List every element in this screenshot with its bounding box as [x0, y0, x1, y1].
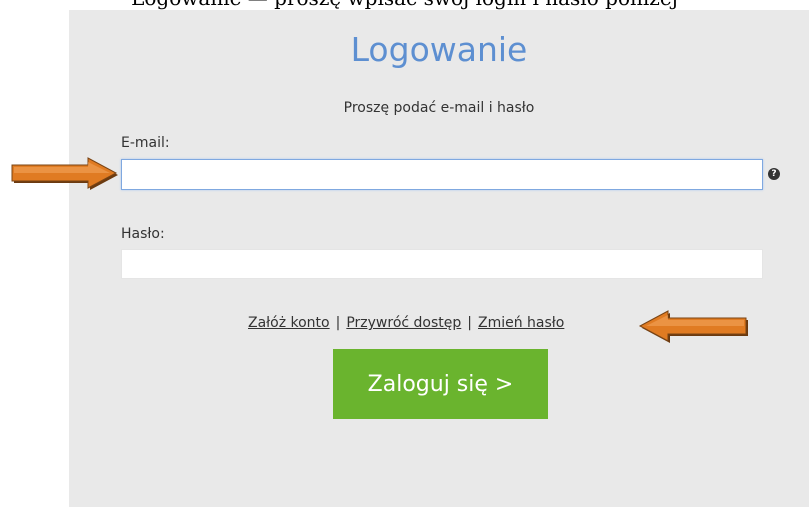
email-field[interactable] — [121, 159, 763, 190]
right-arrow-icon — [11, 157, 118, 190]
help-icon[interactable]: ? — [768, 168, 780, 180]
login-subtitle: Proszę podać e-mail i hasło — [343, 100, 535, 116]
login-button[interactable]: Zaloguj się > — [333, 349, 548, 419]
link-separator: | — [467, 315, 472, 331]
restore-access-link[interactable]: Przywróć dostęp — [346, 315, 461, 331]
link-separator: | — [335, 315, 341, 331]
header-fragment-clip: Logowanie — proszę wpisać swój login i h… — [0, 0, 809, 10]
change-password-link[interactable]: Zmień hasło — [478, 315, 564, 331]
email-label: E-mail: — [121, 135, 170, 151]
create-account-link[interactable]: Załóż konto — [248, 315, 330, 331]
left-arrow-icon — [638, 310, 748, 343]
password-field[interactable] — [121, 249, 763, 279]
account-links: Załóż konto | Przywróć dostęp | Zmień hasło — [248, 315, 564, 331]
page-title: Logowanie — [350, 30, 528, 69]
header-fragment-text: Logowanie — proszę wpisać swój login i h… — [0, 0, 809, 10]
password-label: Hasło: — [121, 226, 165, 242]
